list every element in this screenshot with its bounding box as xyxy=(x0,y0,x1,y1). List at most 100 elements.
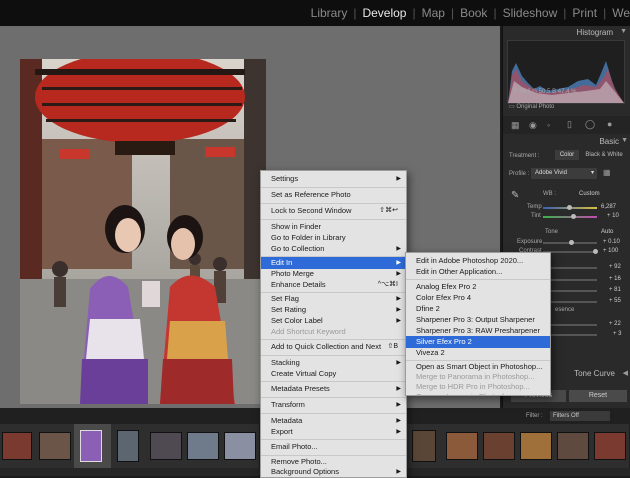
auto-tone-button[interactable]: Auto xyxy=(601,229,613,235)
highlights-value[interactable]: + 92 xyxy=(609,264,621,270)
filmstrip-thumbnail[interactable] xyxy=(557,432,589,460)
temp-slider-thumb[interactable] xyxy=(567,205,572,210)
whites-value[interactable]: + 81 xyxy=(609,287,621,293)
highlights-slider[interactable] xyxy=(543,267,597,269)
blue-value: 47.4 xyxy=(557,89,570,95)
profile-browser-icon[interactable]: ▦ xyxy=(603,168,625,179)
submenu-arrow-icon: ▶ xyxy=(396,429,401,435)
menu-divider xyxy=(261,381,406,382)
eyedropper-icon[interactable]: ✎ xyxy=(511,190,519,201)
menu-item-settings[interactable]: Settings ▶ xyxy=(261,173,406,185)
filmstrip-thumbnail[interactable] xyxy=(2,432,32,460)
menu-item-metadata-presets[interactable]: Metadata Presets ▶ xyxy=(261,383,406,395)
color-treatment-button[interactable]: Color xyxy=(555,150,579,160)
menu-item-enhance-details[interactable]: Enhance Details ^⌥⌘I xyxy=(261,279,406,291)
graduated-filter-icon[interactable]: ▯ xyxy=(567,119,572,130)
submenu-item-viveza[interactable]: Viveza 2 xyxy=(406,347,550,359)
filmstrip-thumbnail[interactable] xyxy=(150,432,182,460)
shadows-value[interactable]: + 16 xyxy=(609,276,621,282)
exposure-value[interactable]: + 0.10 xyxy=(603,239,620,245)
contrast-value[interactable]: + 100 xyxy=(603,248,618,254)
collapse-triangle-icon[interactable]: ▼ xyxy=(620,28,627,35)
green-label: G xyxy=(532,89,538,95)
menu-item-set-as-reference-photo[interactable]: Set as Reference Photo xyxy=(261,189,406,201)
black-white-treatment-button[interactable]: Black & White xyxy=(581,150,627,160)
module-web[interactable]: We xyxy=(606,6,630,20)
menu-item-background-options[interactable]: Background Options ▶ xyxy=(261,466,406,478)
profile-select[interactable]: Adobe Vivid ▾ xyxy=(531,168,597,179)
blacks-value[interactable]: + 55 xyxy=(609,298,621,304)
tone-curve-title[interactable]: Tone Curve xyxy=(574,369,615,378)
contrast-slider-thumb[interactable] xyxy=(593,249,598,254)
module-slideshow[interactable]: Slideshow xyxy=(497,6,564,20)
module-bar: Library | Develop | Map | Book | Slideshow | … xyxy=(0,0,630,26)
filmstrip-thumbnail[interactable] xyxy=(224,432,256,460)
reset-button[interactable]: Reset xyxy=(569,390,627,402)
module-print[interactable]: Print xyxy=(566,6,603,20)
histogram-title[interactable]: Histogram xyxy=(577,28,613,37)
adjustment-brush-icon[interactable]: ● xyxy=(607,119,612,129)
menu-divider xyxy=(261,413,406,414)
tint-label: Tint xyxy=(531,213,541,219)
expand-triangle-icon[interactable]: ◀ xyxy=(623,369,628,377)
submenu-arrow-icon: ▶ xyxy=(396,176,401,182)
blacks-slider[interactable] xyxy=(543,301,597,303)
menu-item-go-to-collection[interactable]: Go to Collection ▶ xyxy=(261,243,406,255)
filmstrip-thumbnail[interactable] xyxy=(187,432,219,460)
filmstrip-thumbnail[interactable] xyxy=(412,430,436,462)
wb-label: WB : xyxy=(543,191,556,197)
menu-item-email-photo[interactable]: Email Photo... xyxy=(261,441,406,453)
shadows-slider[interactable] xyxy=(543,279,597,281)
menu-divider xyxy=(261,339,406,340)
tint-value[interactable]: + 10 xyxy=(607,213,619,219)
chevron-down-icon: ▾ xyxy=(590,170,594,176)
wb-value[interactable]: Custom xyxy=(579,191,600,197)
presence-label: esence xyxy=(555,307,575,313)
clarity-slider[interactable] xyxy=(543,334,597,336)
collapse-triangle-icon[interactable]: ▼ xyxy=(621,137,628,144)
menu-item-lock-to-second-window[interactable]: Lock to Second Window ⇧⌘↩ xyxy=(261,205,406,217)
submenu-item-edit-in-other-application[interactable]: Edit in Other Application... xyxy=(406,266,550,278)
module-develop[interactable]: Develop xyxy=(356,6,412,20)
spot-removal-icon[interactable]: ◉ xyxy=(529,120,537,131)
submenu-arrow-icon: ▶ xyxy=(396,386,401,392)
basic-title[interactable]: Basic xyxy=(599,137,619,146)
menu-divider xyxy=(261,355,406,356)
tint-slider[interactable] xyxy=(543,216,597,218)
submenu-arrow-icon: ▶ xyxy=(396,402,401,408)
filmstrip-thumbnail[interactable] xyxy=(483,432,515,460)
tint-slider-thumb[interactable] xyxy=(571,214,576,219)
module-map[interactable]: Map xyxy=(416,6,451,20)
clarity-value[interactable]: + 3 xyxy=(613,331,622,337)
menu-item-transform[interactable]: Transform ▶ xyxy=(261,399,406,411)
red-eye-icon[interactable]: ◦ xyxy=(547,120,550,130)
menu-item-add-to-quick-collection[interactable]: Add to Quick Collection and Next ⇧B xyxy=(261,341,406,353)
texture-value[interactable]: + 22 xyxy=(609,321,621,327)
filter-select[interactable]: Filters Off xyxy=(550,411,610,421)
filmstrip-thumbnail-selected[interactable] xyxy=(80,430,102,462)
tool-strip: ▦ ◉ ◦ ▯ ◯ ● xyxy=(503,116,630,134)
menu-divider xyxy=(261,439,406,440)
shortcut-label: ⇧B xyxy=(387,343,398,350)
filmstrip-thumbnail[interactable] xyxy=(520,432,552,460)
filmstrip-thumbnail[interactable] xyxy=(594,432,626,460)
filmstrip-thumbnail[interactable] xyxy=(117,430,139,462)
filmstrip-thumbnail[interactable] xyxy=(446,432,478,460)
context-menu: Settings ▶ Set as Reference Photo Lock to… xyxy=(260,170,407,478)
menu-item-export[interactable]: Export ▶ xyxy=(261,426,406,438)
module-library[interactable]: Library xyxy=(305,6,354,20)
whites-slider[interactable] xyxy=(543,290,597,292)
photo-preview xyxy=(20,59,266,404)
filmstrip-thumbnail[interactable] xyxy=(39,432,71,460)
radial-filter-icon[interactable]: ◯ xyxy=(585,119,595,130)
module-book[interactable]: Book xyxy=(454,6,493,20)
menu-item-create-virtual-copy[interactable]: Create Virtual Copy xyxy=(261,368,406,380)
temp-value[interactable]: 6,287 xyxy=(601,204,616,210)
percent-unit: % xyxy=(571,89,577,95)
texture-slider[interactable] xyxy=(543,324,597,326)
treatment-label: Treatment : xyxy=(509,153,540,159)
red-label: R xyxy=(513,89,518,95)
exposure-slider-thumb[interactable] xyxy=(569,240,574,245)
contrast-slider[interactable] xyxy=(543,251,597,253)
crop-grid-icon[interactable]: ▦ xyxy=(511,120,520,131)
